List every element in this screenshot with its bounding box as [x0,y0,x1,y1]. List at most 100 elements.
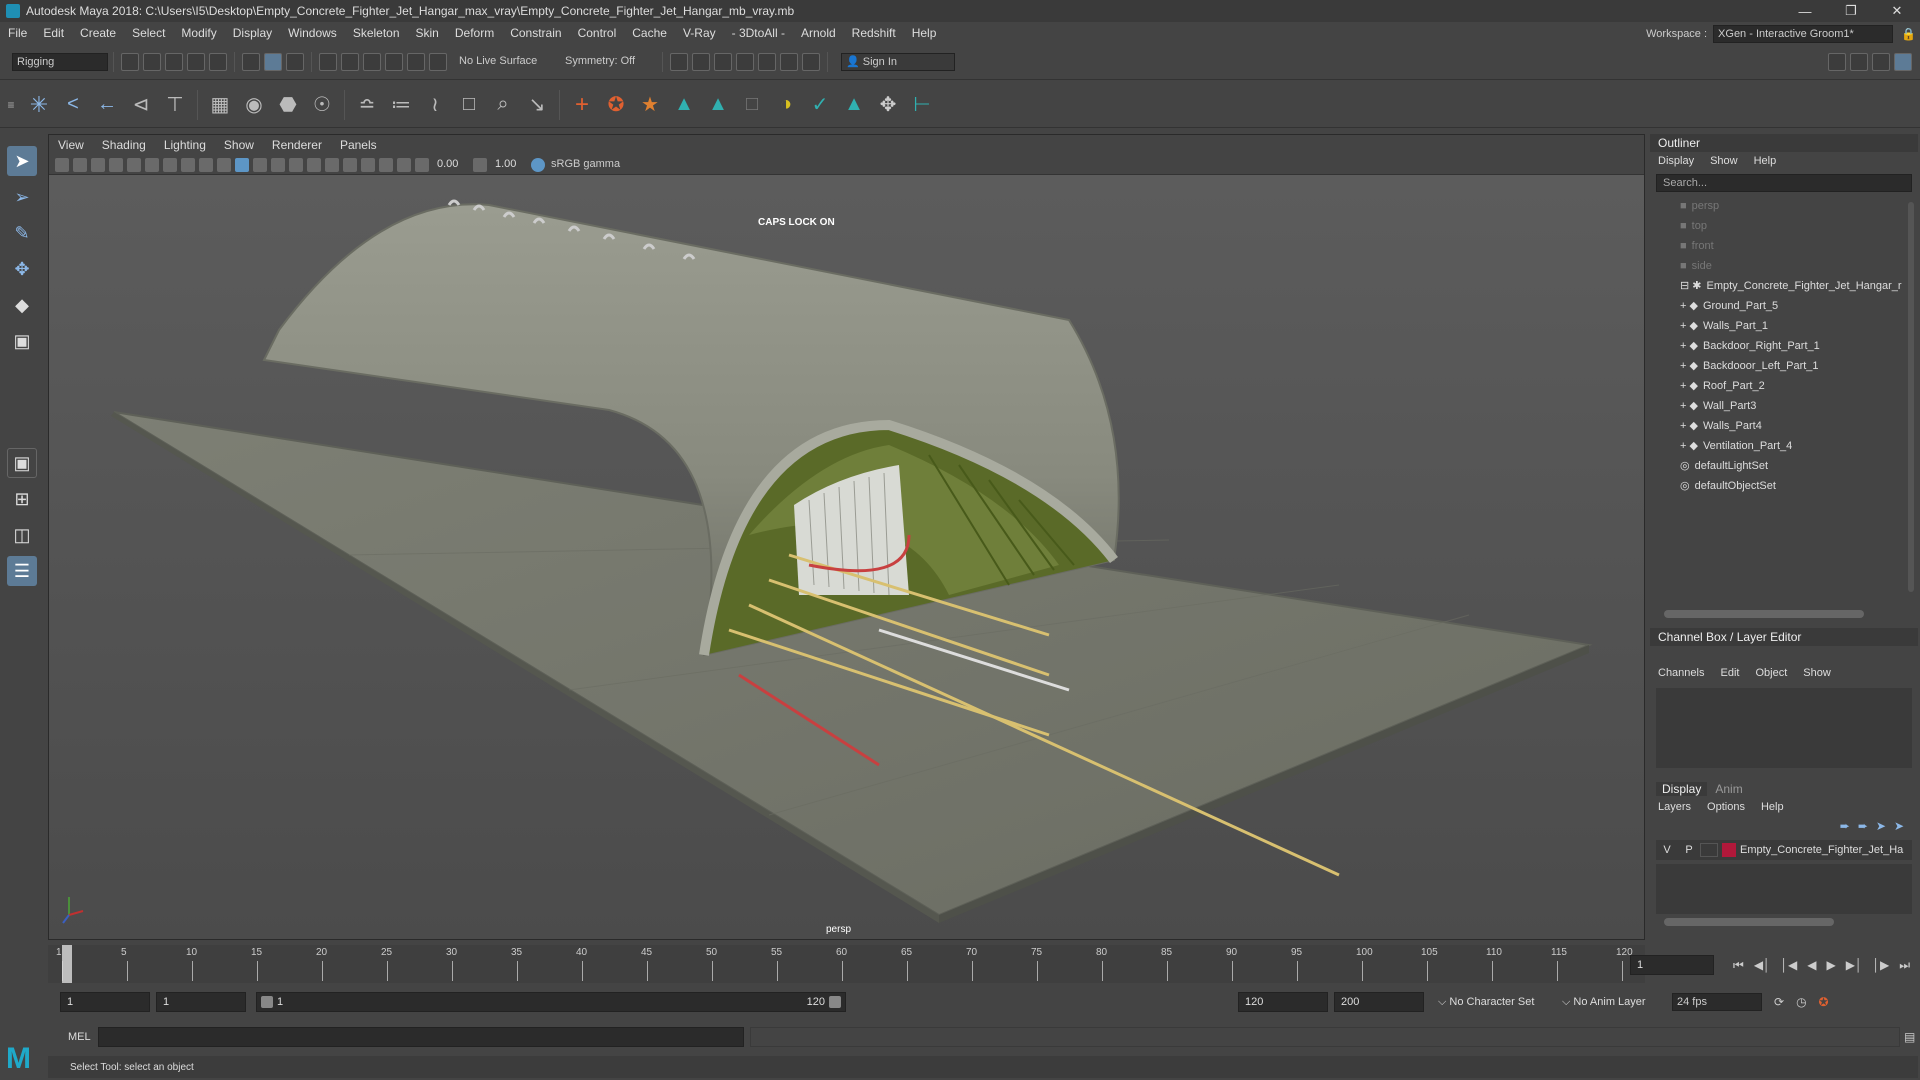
outliner-vertical-scrollbar[interactable] [1908,202,1914,592]
copy-weights-icon[interactable]: ⌕ [489,91,517,119]
current-time-marker[interactable] [62,945,72,983]
menu-item-12[interactable]: Cache [624,26,675,40]
outliner-camera[interactable]: ■ persp [1680,196,1918,216]
fps-dropdown[interactable]: 24 fps [1672,993,1762,1011]
pause-icon[interactable] [802,52,820,71]
layer-type-toggle[interactable] [1700,843,1718,857]
menu-item-5[interactable]: Display [225,26,280,40]
select-component-icon[interactable] [286,52,304,71]
color-management-icon[interactable] [531,157,545,172]
menu-item-6[interactable]: Windows [280,26,345,40]
menu-item-11[interactable]: Control [570,26,625,40]
cluster-icon[interactable]: ◉ [240,91,268,119]
restore-icon[interactable]: ❐ [1828,3,1874,19]
preferences-icon[interactable]: ✪ [1819,995,1829,1009]
tab-anim[interactable]: Anim [1707,782,1750,796]
menu-item-15[interactable]: Arnold [793,26,844,40]
menu-item-0[interactable]: File [0,26,35,40]
lmenu-item-0[interactable]: Layers [1650,801,1699,813]
viewport-menu-item-3[interactable]: Show [215,138,263,152]
layer-scrollbar[interactable] [1664,918,1834,926]
undo-icon[interactable] [187,52,205,71]
step-forward-frame-icon[interactable]: ▶│ [1846,958,1863,972]
menu-item-2[interactable]: Create [72,26,124,40]
wrap-icon[interactable]: ⬣ [274,91,302,119]
go-to-start-icon[interactable]: ⏮ [1733,958,1744,973]
scale-tool-icon[interactable]: ▣ [7,326,37,356]
image-plane-icon[interactable] [91,157,105,172]
antialiasing-icon[interactable] [343,157,357,172]
menu-item-8[interactable]: Skin [408,26,447,40]
outliner-mesh[interactable]: + ◆ Backdooor_Left_Part_1 [1680,356,1918,376]
lights-icon[interactable] [271,157,285,172]
render-frame-icon[interactable] [670,52,688,71]
outliner-mesh[interactable]: + ◆ Ground_Part_5 [1680,296,1918,316]
command-input[interactable] [98,1027,744,1047]
render-sequence-icon[interactable] [692,52,710,71]
menu-set-dropdown[interactable]: Rigging [12,52,108,71]
rotate-tool-icon[interactable]: ◆ [7,290,37,320]
bind-skin-icon[interactable]: ≏ [353,91,381,119]
paint-weights-icon[interactable]: ≀ [421,91,449,119]
snap-grid-icon[interactable] [319,52,337,71]
snap-point-icon[interactable] [363,52,381,71]
move-layer-down-icon[interactable]: ➨ [1858,819,1868,833]
xray-icon[interactable] [379,157,393,172]
outliner-set[interactable]: ◎ defaultLightSet [1680,456,1918,476]
hangar-model[interactable] [49,175,1644,939]
playback-start-field[interactable]: 1 [156,992,246,1012]
sculpt-icon[interactable]: ☉ [308,91,336,119]
play-back-icon[interactable]: ◀ [1807,958,1816,972]
isolate-select-icon[interactable] [361,157,375,172]
minimize-icon[interactable]: — [1782,4,1828,19]
render-settings-icon[interactable] [736,52,754,71]
viewport-menu-item-5[interactable]: Panels [331,138,386,152]
film-gate-icon[interactable] [127,157,141,172]
field-chart-icon[interactable] [181,157,195,172]
render-view-icon[interactable] [780,52,798,71]
lattice-icon[interactable]: ▦ [206,91,234,119]
step-back-frame-icon[interactable]: │◀ [1781,958,1798,972]
view-transform-dropdown[interactable]: sRGB gamma [547,155,707,174]
lock-icon[interactable]: 🔒 [1901,27,1916,41]
layer-name[interactable]: Empty_Concrete_Fighter_Jet_Ha [1740,844,1903,856]
mirror-weights-icon[interactable]: □ [455,91,483,119]
auto-key-icon[interactable]: ◷ [1796,995,1806,1009]
ipr-render-icon[interactable] [714,52,732,71]
omenu-item-2[interactable]: Help [1746,155,1785,167]
cmenu-item-2[interactable]: Object [1747,667,1795,679]
prune-weights-icon[interactable]: ↘ [523,91,551,119]
new-scene-icon[interactable] [121,52,139,71]
open-scene-icon[interactable] [143,52,161,71]
layer-playback-toggle[interactable]: P [1678,844,1700,856]
menu-item-9[interactable]: Deform [447,26,502,40]
range-slider-end-handle[interactable] [829,996,841,1008]
safe-action-icon[interactable] [199,157,213,172]
viewport-canvas[interactable] [49,175,1644,939]
outliner-mesh[interactable]: + ◆ Roof_Part_2 [1680,376,1918,396]
channel-box-icon[interactable] [1894,52,1912,71]
workspace-dropdown[interactable]: XGen - Interactive Groom1* [1713,25,1894,43]
sign-in-button[interactable]: 👤 Sign In [841,52,955,71]
channel-box-area[interactable] [1656,688,1912,768]
play-forward-icon[interactable]: ▶ [1827,958,1836,972]
range-slider-start-handle[interactable] [261,996,273,1008]
shadows-icon[interactable] [289,157,303,172]
script-language-toggle[interactable]: MEL [48,1031,98,1043]
anim-layer-dropdown[interactable]: ⌵ No Anim Layer [1562,996,1662,1009]
script-editor-icon[interactable]: ▤ [1904,1030,1915,1044]
live-surface-field[interactable]: No Live Surface [455,52,551,71]
close-icon[interactable]: ✕ [1874,3,1920,19]
snap-live-icon[interactable] [429,52,447,71]
snap-view-icon[interactable] [385,52,403,71]
select-hierarchy-icon[interactable] [242,52,260,71]
layer-row[interactable]: V P Empty_Concrete_Fighter_Jet_Ha [1656,840,1912,860]
exposure-field[interactable]: 0.00 [431,155,471,175]
outliner-search-input[interactable]: Search... [1656,174,1912,192]
smooth-shade-icon[interactable] [235,157,249,172]
menu-item-1[interactable]: Edit [35,26,72,40]
omenu-item-1[interactable]: Show [1702,155,1746,167]
outliner-camera[interactable]: ■ top [1680,216,1918,236]
shelf-tab-menu-icon[interactable]: ≡ [3,91,19,119]
outliner-mesh[interactable]: + ◆ Backdoor_Right_Part_1 [1680,336,1918,356]
